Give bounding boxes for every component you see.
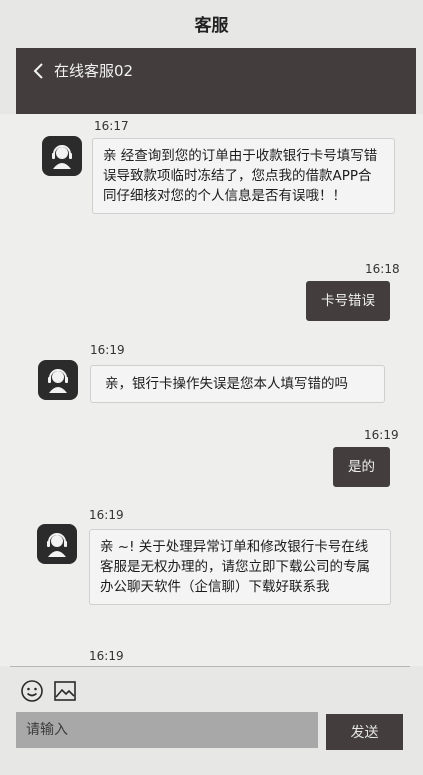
agent-message-bubble: 亲，银行卡操作失误是您本人填写错的吗 <box>90 365 385 403</box>
user-message-bubble: 是的 <box>333 447 390 487</box>
agent-avatar[interactable] <box>42 136 82 176</box>
smiley-icon[interactable] <box>20 679 44 703</box>
send-button[interactable]: 发送 <box>326 714 403 750</box>
composer-divider <box>10 666 410 667</box>
agent-headset-icon <box>47 533 67 557</box>
message-input[interactable] <box>16 712 318 748</box>
agent-headset-icon <box>52 145 72 169</box>
agent-message-bubble: 亲 经查询到您的订单由于收款银行卡号填写错误导致款项临时冻结了，您点我的借款AP… <box>92 138 395 214</box>
message-time: 16:17 <box>94 119 129 133</box>
app-title: 客服 <box>194 15 229 36</box>
message-time: 16:18 <box>365 262 400 276</box>
message-time: 16:19 <box>89 649 124 663</box>
agent-headset-icon <box>48 369 68 393</box>
nav-title: 在线客服02 <box>54 62 134 80</box>
agent-message-bubble: 亲 ~! 关于处理异常订单和修改银行卡号在线客服是无权办理的，请您立即下载公司的… <box>89 529 391 605</box>
nav-bar: 在线客服02 <box>16 48 416 114</box>
message-time: 16:19 <box>90 343 125 357</box>
agent-avatar[interactable] <box>38 360 78 400</box>
message-time: 16:19 <box>364 428 399 442</box>
chat-area[interactable]: 16:17 亲 经查询到您的订单由于收款银行卡号填写错误导致款项临时冻结了，您点… <box>0 114 423 666</box>
agent-avatar[interactable] <box>37 524 77 564</box>
user-message-bubble: 卡号错误 <box>306 281 390 321</box>
message-time: 16:19 <box>89 508 124 522</box>
chevron-left-icon[interactable] <box>32 61 46 81</box>
image-icon[interactable] <box>53 680 77 704</box>
